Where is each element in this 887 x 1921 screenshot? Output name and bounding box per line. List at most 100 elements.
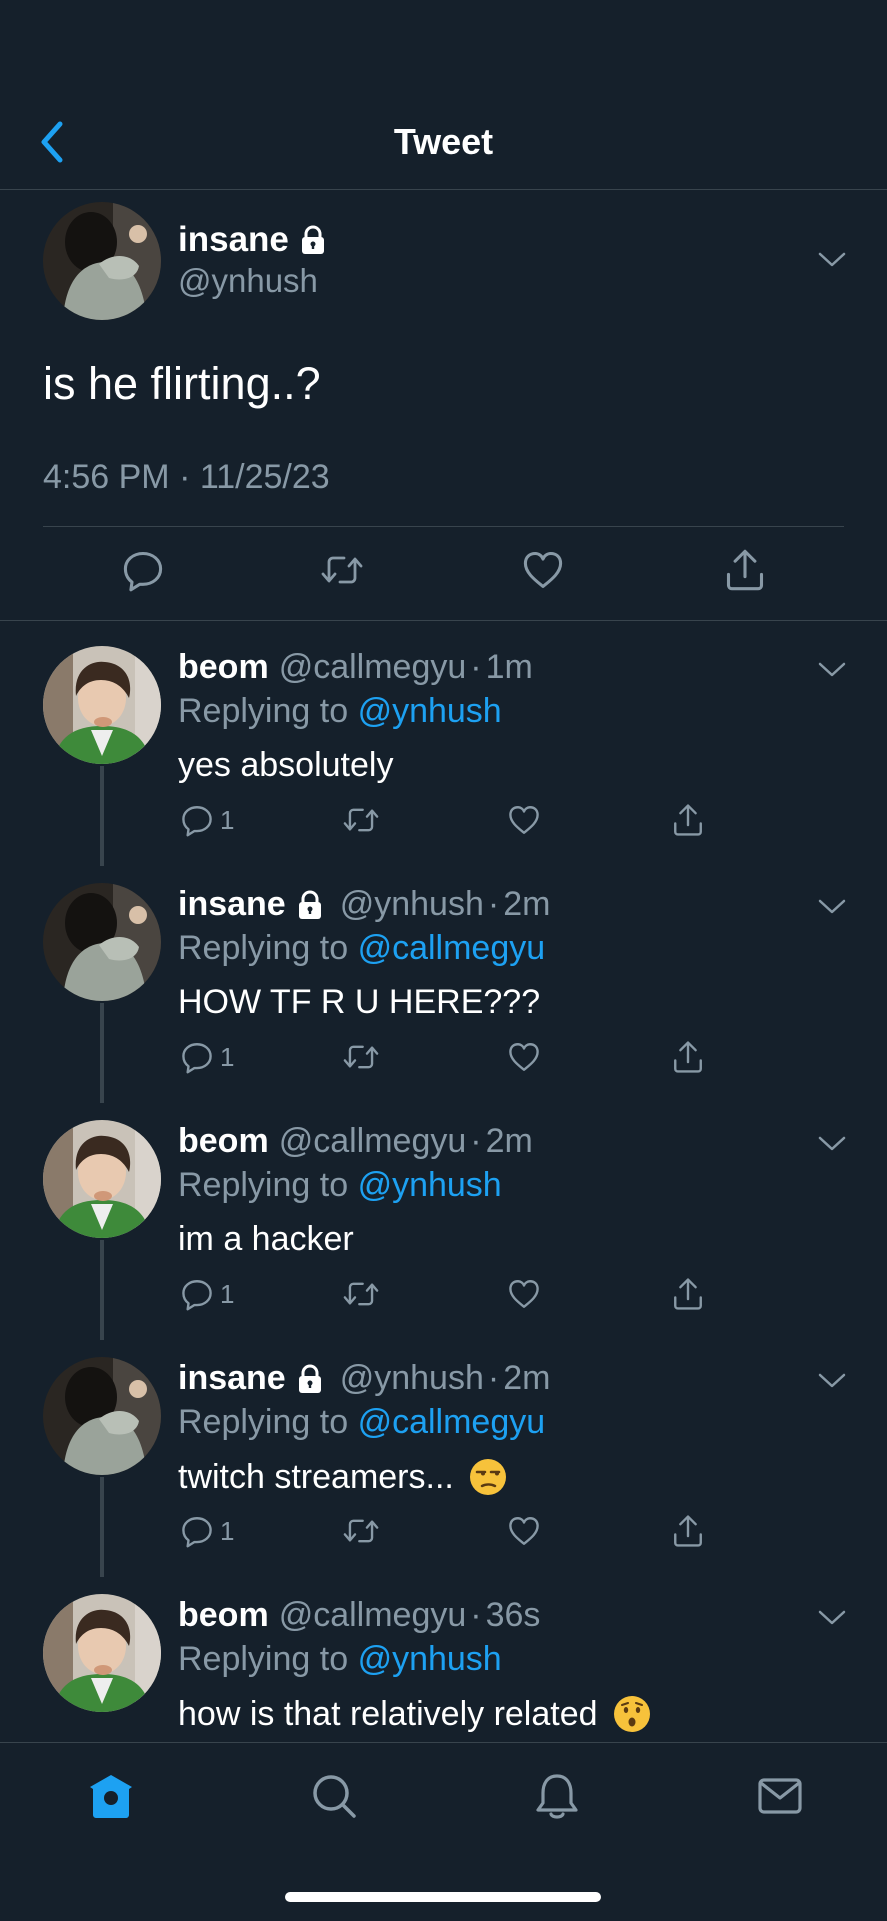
- avatar[interactable]: [43, 1120, 161, 1238]
- author-handle[interactable]: @callmegyu: [279, 1122, 467, 1161]
- author-handle[interactable]: @ynhush: [340, 885, 484, 924]
- retweet-button[interactable]: [342, 1511, 380, 1551]
- chevron-down-icon[interactable]: [817, 1371, 847, 1391]
- reply-count: 1: [220, 1278, 235, 1309]
- like-icon: [507, 803, 541, 837]
- reply-time: 2m: [503, 885, 551, 923]
- replying-to-link[interactable]: @callmegyu: [358, 1403, 546, 1441]
- tweet-actions: [0, 548, 887, 608]
- author-handle[interactable]: @callmegyu: [279, 648, 467, 687]
- hushed-face-emoji: [613, 1696, 650, 1732]
- replying-to-link[interactable]: @ynhush: [358, 692, 502, 730]
- messages-icon[interactable]: [755, 1771, 805, 1821]
- top-bar: Tweet: [0, 0, 887, 190]
- separator-dot: ·: [487, 1359, 500, 1397]
- retweet-icon: [342, 803, 380, 837]
- reply-text-content: im a hacker: [178, 1220, 354, 1258]
- reply-header: beom @callmegyu · 36s: [178, 1596, 540, 1635]
- home-icon[interactable]: [86, 1771, 136, 1821]
- like-icon: [507, 1514, 541, 1548]
- author-handle[interactable]: @ynhush: [178, 262, 318, 300]
- replying-prefix: Replying to: [178, 692, 349, 730]
- reply-count: 1: [220, 1515, 235, 1546]
- reply-tweet[interactable]: beom @callmegyu · 1m Replying to @ynhush…: [0, 626, 887, 866]
- chevron-down-icon[interactable]: [817, 660, 847, 680]
- author-name[interactable]: insane: [178, 220, 327, 260]
- replying-prefix: Replying to: [178, 1403, 349, 1441]
- reply-text: HOW TF R U HERE???: [178, 983, 540, 1022]
- lock-icon: [296, 890, 324, 920]
- search-icon[interactable]: [309, 1771, 359, 1821]
- like-button[interactable]: [507, 1274, 541, 1314]
- reply-header: beom @callmegyu · 2m: [178, 1122, 533, 1161]
- reply-time: 2m: [503, 1359, 551, 1397]
- avatar[interactable]: [43, 1357, 161, 1475]
- retweet-icon[interactable]: [320, 548, 364, 592]
- author-name[interactable]: insane: [178, 1359, 286, 1398]
- author-handle[interactable]: @callmegyu: [279, 1596, 467, 1635]
- share-button[interactable]: [671, 1037, 705, 1077]
- like-button[interactable]: [507, 1511, 541, 1551]
- author-handle[interactable]: @ynhush: [340, 1359, 484, 1398]
- retweet-button[interactable]: [342, 1274, 380, 1314]
- author-name[interactable]: beom: [178, 1122, 269, 1161]
- unamused-face-emoji: [469, 1459, 506, 1495]
- share-icon: [671, 803, 705, 837]
- reply-text-content: yes absolutely: [178, 746, 394, 784]
- retweet-button[interactable]: [342, 1037, 380, 1077]
- reply-button[interactable]: 1: [180, 1274, 234, 1314]
- replying-to: Replying to @ynhush: [178, 692, 502, 731]
- author-name[interactable]: beom: [178, 1596, 269, 1635]
- notifications-icon[interactable]: [532, 1771, 582, 1821]
- avatar[interactable]: [43, 883, 161, 1001]
- tweet-text: is he flirting..?: [43, 358, 321, 409]
- reply-icon: [180, 1514, 214, 1548]
- reply-tweet[interactable]: insane @ynhush · 2m Replying to @callmeg…: [0, 863, 887, 1103]
- reply-button[interactable]: 1: [180, 1511, 234, 1551]
- chevron-down-icon[interactable]: [817, 897, 847, 917]
- reply-button[interactable]: 1: [180, 1037, 234, 1077]
- like-button[interactable]: [507, 800, 541, 840]
- reply-tweet[interactable]: beom @callmegyu · 2m Replying to @ynhush…: [0, 1100, 887, 1340]
- reply-actions: 1: [0, 1037, 887, 1081]
- retweet-icon: [342, 1514, 380, 1548]
- home-indicator[interactable]: [285, 1892, 601, 1902]
- share-button[interactable]: [671, 1274, 705, 1314]
- reply-tweet[interactable]: insane @ynhush · 2m Replying to @callmeg…: [0, 1337, 887, 1577]
- divider: [43, 526, 844, 527]
- reply-text: twitch streamers...: [178, 1457, 508, 1497]
- author-name[interactable]: insane: [178, 885, 286, 924]
- avatar[interactable]: [43, 202, 161, 320]
- like-button[interactable]: [507, 1037, 541, 1077]
- reply-icon[interactable]: [121, 548, 165, 592]
- divider: [0, 620, 887, 621]
- reply-icon: [180, 803, 214, 837]
- reply-text-content: HOW TF R U HERE???: [178, 983, 541, 1021]
- share-button[interactable]: [671, 800, 705, 840]
- chevron-down-icon[interactable]: [817, 1608, 847, 1628]
- replying-to: Replying to @ynhush: [178, 1640, 502, 1679]
- replying-to-link[interactable]: @ynhush: [358, 1166, 502, 1204]
- reply-button[interactable]: 1: [180, 800, 234, 840]
- reply-icon: [180, 1040, 214, 1074]
- reply-time: 2m: [485, 1122, 533, 1160]
- retweet-button[interactable]: [342, 800, 380, 840]
- reply-icon: [180, 1277, 214, 1311]
- replying-to-link[interactable]: @ynhush: [358, 1640, 502, 1678]
- separator-dot: ·: [487, 885, 500, 923]
- chevron-down-icon[interactable]: [817, 250, 847, 270]
- reply-text: yes absolutely: [178, 746, 393, 785]
- author-name[interactable]: beom: [178, 648, 269, 687]
- replying-to-link[interactable]: @callmegyu: [358, 929, 546, 967]
- like-icon[interactable]: [521, 548, 565, 592]
- reply-actions: 1: [0, 800, 887, 844]
- like-icon: [507, 1040, 541, 1074]
- avatar[interactable]: [43, 1594, 161, 1712]
- chevron-down-icon[interactable]: [817, 1134, 847, 1154]
- lock-icon: [296, 1364, 324, 1394]
- share-button[interactable]: [671, 1511, 705, 1551]
- avatar[interactable]: [43, 646, 161, 764]
- share-icon[interactable]: [723, 548, 767, 592]
- retweet-icon: [342, 1277, 380, 1311]
- reply-actions: 1: [0, 1274, 887, 1318]
